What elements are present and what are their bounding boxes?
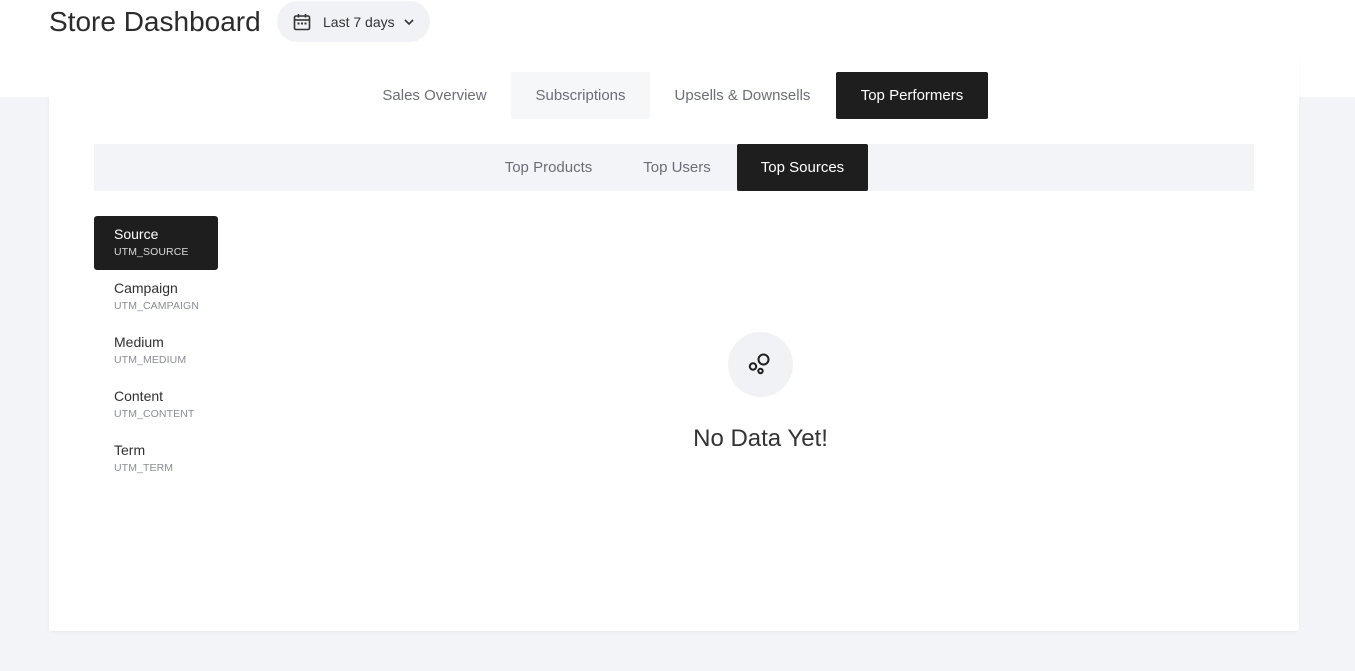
utm-filter-key: UTM_MEDIUM — [114, 354, 187, 366]
bubbles-icon — [748, 353, 770, 375]
tab-top-sources[interactable]: Top Sources — [737, 144, 868, 191]
empty-state-icon-wrap — [728, 332, 793, 397]
utm-filter-key: UTM_CONTENT — [114, 408, 195, 420]
utm-filter-name: Campaign — [114, 280, 178, 296]
page-title: Store Dashboard — [49, 6, 261, 37]
utm-filter-source[interactable]: Source UTM_SOURCE — [94, 216, 218, 270]
empty-state-message: No Data Yet! — [693, 425, 828, 452]
utm-filter-medium[interactable]: Medium UTM_MEDIUM — [94, 324, 218, 378]
date-range-picker[interactable]: Last 7 days — [277, 1, 430, 42]
tab-top-performers[interactable]: Top Performers — [836, 72, 988, 119]
utm-filter-key: UTM_SOURCE — [114, 246, 189, 258]
utm-filter-name: Term — [114, 442, 146, 458]
utm-filter-term[interactable]: Term UTM_TERM — [94, 432, 218, 486]
calendar-icon — [293, 14, 311, 31]
tab-top-products[interactable]: Top Products — [486, 144, 611, 191]
tab-top-users[interactable]: Top Users — [625, 144, 729, 191]
utm-filter-key: UTM_CAMPAIGN — [114, 300, 200, 312]
utm-filter-key: UTM_TERM — [114, 462, 174, 474]
date-range-label: Last 7 days — [323, 14, 395, 30]
tab-subscriptions[interactable]: Subscriptions — [511, 72, 650, 119]
utm-filter-campaign[interactable]: Campaign UTM_CAMPAIGN — [94, 270, 218, 324]
sub-tab-bar: Top Products Top Users Top Sources — [94, 144, 1254, 191]
utm-filter-name: Content — [114, 388, 164, 404]
tab-upsells-downsells[interactable]: Upsells & Downsells — [660, 72, 825, 119]
chevron-down-icon — [404, 19, 414, 26]
utm-filter-name: Source — [114, 226, 159, 242]
report-card: Sales Overview Subscriptions Upsells & D… — [49, 57, 1299, 631]
utm-filter-name: Medium — [114, 334, 164, 350]
tab-sales-overview[interactable]: Sales Overview — [362, 72, 507, 119]
utm-filter-content[interactable]: Content UTM_CONTENT — [94, 378, 218, 432]
